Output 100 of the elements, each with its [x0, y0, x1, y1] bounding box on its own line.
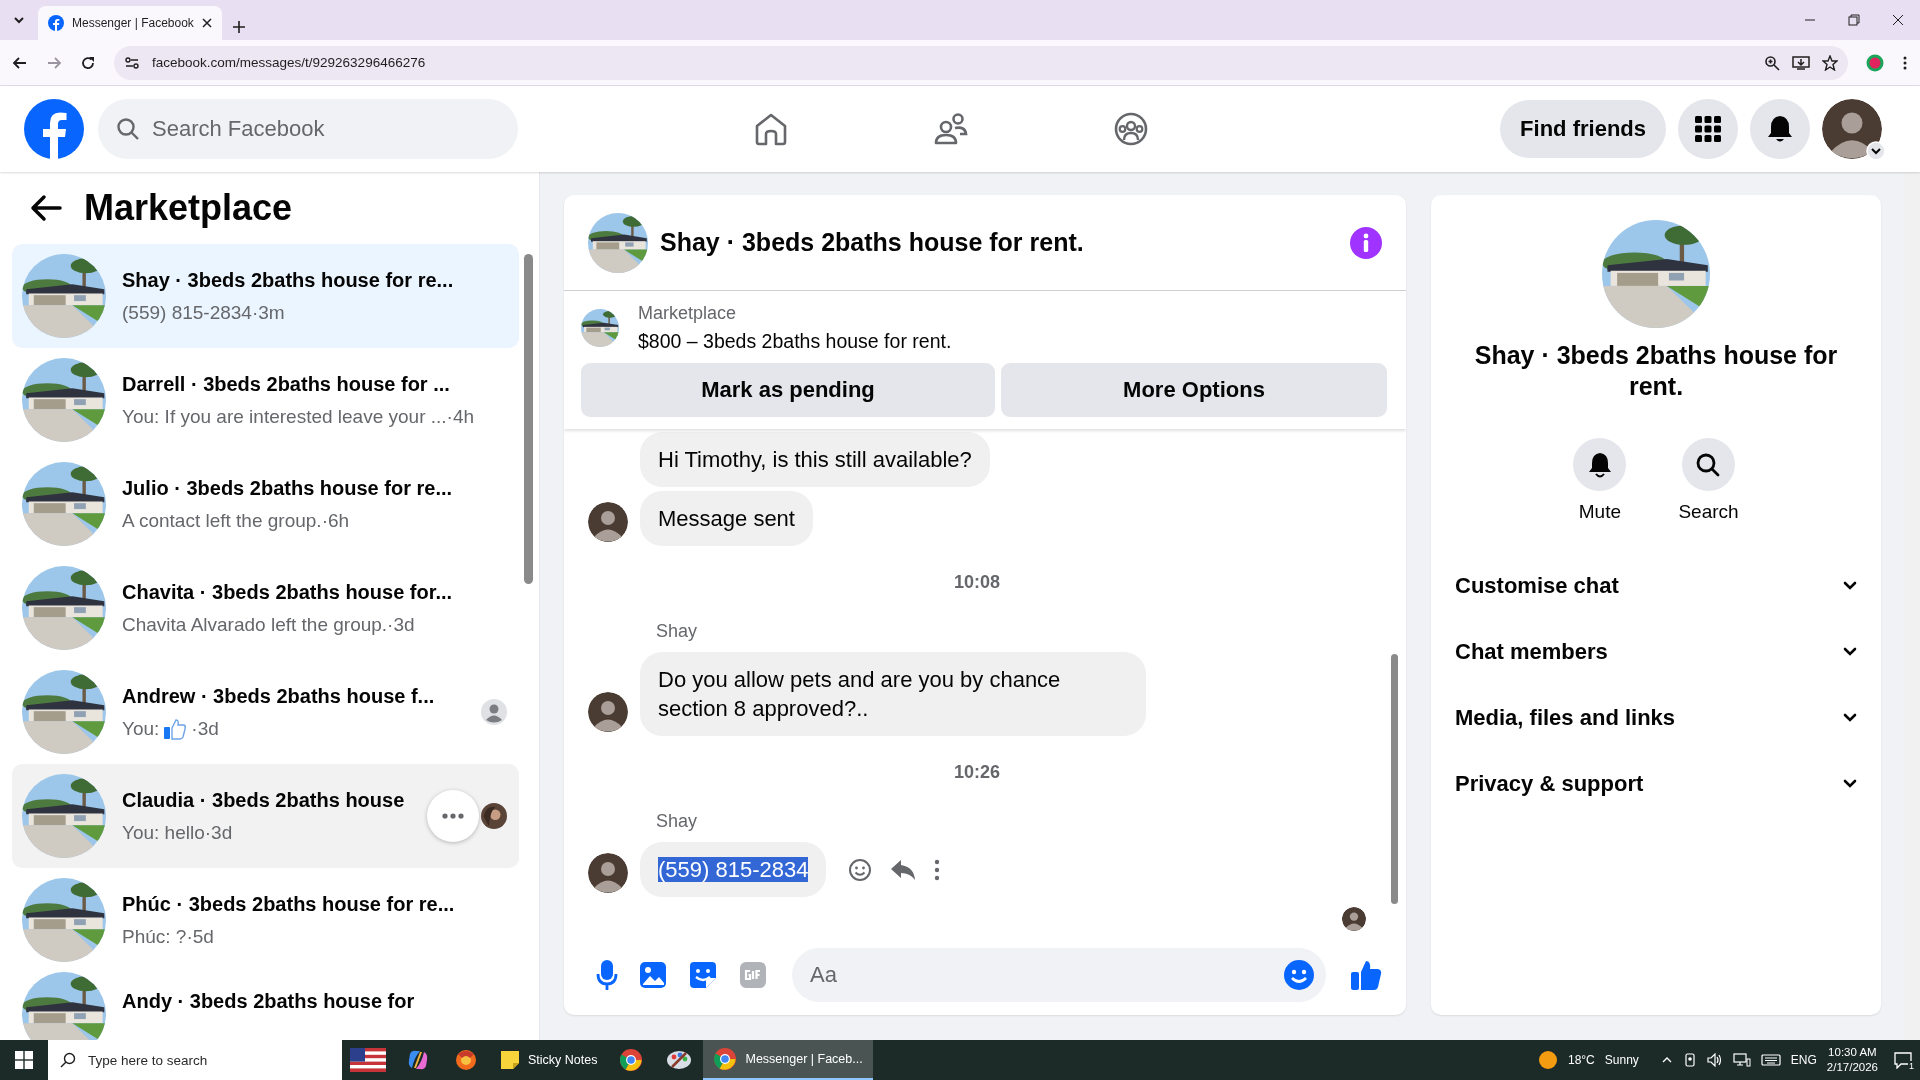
back-arrow-icon[interactable]	[30, 194, 62, 222]
conversation-item[interactable]: Darrell · 3beds 2baths house for ... You: If you are interested leave your ...·4h	[12, 348, 519, 452]
conversation-preview: You: If you are interested leave your ...·4h	[122, 405, 476, 429]
friends-icon[interactable]	[933, 111, 969, 147]
page-title: Marketplace	[84, 187, 293, 229]
windows-icon[interactable]	[15, 1051, 33, 1069]
site-settings-icon[interactable]	[124, 54, 140, 71]
zoom-icon[interactable]	[1764, 54, 1780, 71]
avatar-icon	[1342, 907, 1366, 931]
forward-icon[interactable]	[46, 54, 62, 71]
search-field[interactable]: Search Facebook	[98, 99, 518, 159]
message-bubble: Message sent	[640, 491, 813, 546]
conversation-preview: Phúc: ?·5d	[122, 925, 215, 949]
language-indicator[interactable]: ENG	[1790, 1053, 1817, 1067]
message-bubble: (559) 815-2834	[640, 842, 827, 897]
section-header[interactable]: Privacy & support	[1431, 751, 1881, 817]
taskbar-app[interactable]: Sticky Notes	[490, 1040, 608, 1080]
facebook-icon	[48, 15, 64, 31]
conversation-preview: You: ·3d	[122, 717, 220, 741]
camera-icon[interactable]	[1682, 1053, 1697, 1067]
conversation-title: Darrell · 3beds 2baths house for ...	[122, 372, 451, 397]
message-bubble: Hi Timothy, is this still available?	[640, 432, 990, 487]
profile-icon[interactable]	[1866, 53, 1884, 72]
image-icon[interactable]	[638, 960, 668, 990]
install-icon[interactable]	[1792, 54, 1810, 71]
menu-icon[interactable]	[1902, 54, 1908, 71]
mark-pending-button[interactable]: Mark as pending	[581, 363, 995, 417]
conversation-item[interactable]: Julio · 3beds 2baths house for re... A contact left the group.·6h	[12, 452, 519, 556]
copilot-icon[interactable]	[406, 1048, 430, 1072]
conversation-item[interactable]: Shay · 3beds 2baths house for re... (559) 815-2834·3m	[12, 244, 519, 348]
search-icon	[116, 117, 140, 141]
avatar-icon	[588, 692, 628, 732]
scrollbar[interactable]	[1905, 172, 1920, 1040]
volume-icon[interactable]	[1706, 1053, 1723, 1067]
chat-name: Shay · 3beds 2baths house for rent.	[1473, 340, 1839, 402]
palette-icon[interactable]	[666, 1049, 693, 1071]
message-field[interactable]: Aa	[792, 948, 1326, 1002]
find-friends-button[interactable]: Find friends	[1500, 100, 1666, 158]
section-header[interactable]: Customise chat	[1431, 553, 1881, 619]
conversation-preview: Chavita Alvarado left the group.·3d	[122, 613, 416, 637]
conversation-title: Andy · 3beds 2baths house for	[122, 989, 416, 1014]
listing-label: Marketplace	[638, 303, 738, 324]
notification-count: 1	[1908, 1061, 1915, 1071]
caret-icon[interactable]	[1866, 141, 1886, 161]
apps-menu-button[interactable]	[1678, 99, 1738, 159]
groups-icon[interactable]	[1113, 111, 1149, 147]
more-options-button[interactable]: More Options	[1001, 363, 1387, 417]
sender-name: Shay	[656, 621, 699, 642]
reload-icon[interactable]	[80, 54, 96, 71]
address-bar[interactable]: facebook.com/messages/t/929263296466276	[114, 45, 1848, 80]
flag-icon	[350, 1048, 386, 1072]
new-tab-icon[interactable]	[232, 20, 246, 34]
reply-icon[interactable]	[890, 858, 917, 881]
timestamp: 10:08	[952, 572, 1001, 593]
close-icon[interactable]	[202, 18, 212, 28]
sticker-icon[interactable]	[688, 960, 718, 990]
info-icon[interactable]	[1350, 226, 1382, 259]
sun-icon	[1537, 1050, 1558, 1070]
section-header[interactable]: Chat members	[1431, 619, 1881, 685]
more-icon[interactable]	[934, 858, 941, 881]
conversation-title: Shay · 3beds 2baths house for re...	[122, 268, 455, 293]
conversation-preview: (559) 815-2834·3m	[122, 301, 286, 325]
back-icon[interactable]	[12, 54, 28, 71]
conversation-item[interactable]: Phúc · 3beds 2baths house for re... Phúc: ?·5d	[12, 868, 519, 972]
microphone-icon[interactable]	[596, 959, 618, 991]
restore-icon[interactable]	[1848, 14, 1860, 26]
timestamp: 10:26	[952, 762, 1001, 783]
clock[interactable]: 10:30 AM 2/17/2026	[1826, 1045, 1878, 1075]
scrollbar[interactable]	[1391, 654, 1398, 904]
conversation-item[interactable]: Claudia · 3beds 2baths house You: hello·3d	[12, 764, 519, 868]
emoji-icon[interactable]	[848, 857, 873, 882]
keyboard-icon[interactable]	[1760, 1054, 1781, 1066]
conversation-title: Claudia · 3beds 2baths house	[122, 788, 406, 813]
browser-tab[interactable]: Messenger | Facebook	[38, 6, 222, 40]
notification-icon[interactable]	[1894, 1051, 1912, 1069]
temperature-text: 18°C	[1567, 1053, 1595, 1067]
emoji-icon[interactable]	[1283, 959, 1315, 991]
sender-name: Shay	[656, 811, 699, 832]
section-header[interactable]: Media, files and links	[1431, 685, 1881, 751]
taskbar-app[interactable]: Messenger | Faceb...	[703, 1040, 873, 1080]
close-icon[interactable]	[1892, 14, 1904, 26]
network-icon[interactable]	[1732, 1053, 1751, 1067]
search-icon	[1695, 451, 1722, 478]
browser-icon[interactable]	[454, 1048, 478, 1072]
conversation-item[interactable]: Chavita · 3beds 2baths house for... Chavita Alvarado left the group.·3d	[12, 556, 519, 660]
scrollbar[interactable]	[524, 254, 533, 584]
avatar-icon	[588, 502, 628, 542]
home-icon[interactable]	[753, 111, 789, 147]
bell-icon	[1587, 451, 1612, 478]
chrome-icon	[713, 1047, 738, 1071]
message-bubble: Do you allow pets and are you by chance section 8 approved?..	[640, 652, 1146, 736]
conversation-item[interactable]: Andrew · 3beds 2baths house f... You: ·3d	[12, 660, 519, 764]
conversation-preview: A contact left the group.·6h	[122, 509, 351, 533]
star-icon[interactable]	[1822, 54, 1838, 71]
facebook-logo[interactable]	[24, 99, 84, 159]
taskbar-search-field[interactable]: Type here to search	[48, 1040, 342, 1080]
thumbs-up-icon[interactable]	[1350, 959, 1382, 991]
search-icon	[60, 1052, 76, 1068]
avatar-icon	[1822, 99, 1882, 159]
sticky-note-icon	[500, 1050, 520, 1070]
